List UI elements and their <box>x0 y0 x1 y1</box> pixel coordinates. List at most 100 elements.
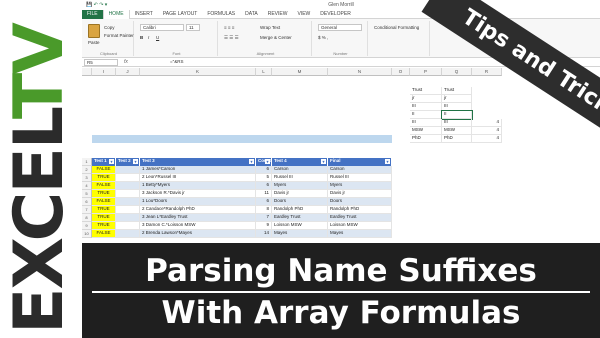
table-cell[interactable] <box>116 182 140 190</box>
paste-button[interactable]: Paste <box>88 40 100 45</box>
table-cell[interactable]: Randolph PhD <box>272 206 328 214</box>
table-cell[interactable] <box>116 206 140 214</box>
table-cell[interactable]: 11 <box>256 190 272 198</box>
currency-icon[interactable]: $ % , <box>318 35 328 40</box>
lookup-count-cell[interactable]: 4 <box>472 119 502 127</box>
table-cell[interactable]: 5 <box>256 174 272 182</box>
row-header[interactable]: 2 <box>82 166 92 174</box>
table-cell[interactable]: TRUE <box>92 222 116 230</box>
lookup-right-cell[interactable]: jr <box>442 95 472 103</box>
row-header[interactable]: 8 <box>82 214 92 222</box>
table-header-test3[interactable]: Test 3 ▾ <box>140 158 256 166</box>
worksheet-grid[interactable]: I J K L M N O P Q R Trust Trust jr jr II… <box>82 68 600 243</box>
table-cell[interactable]: 7 <box>256 214 272 222</box>
table-cell[interactable]: TRUE <box>92 190 116 198</box>
table-cell[interactable]: Carson <box>272 166 328 174</box>
table-cell[interactable] <box>116 198 140 206</box>
table-cell[interactable]: 3 Jackson R.*Davis jr <box>140 190 256 198</box>
align-horizontal-icon[interactable]: ☰ ☰ ☰ <box>224 35 239 41</box>
tab-page-layout[interactable]: PAGE LAYOUT <box>158 10 203 19</box>
table-cell[interactable]: 9 <box>256 222 272 230</box>
wrap-text-button[interactable]: Wrap Text <box>260 25 280 30</box>
table-header-test1[interactable]: Test 1 ▾ <box>92 158 116 166</box>
table-cell[interactable]: 2 Brenda Lawson*Mayes <box>140 230 256 238</box>
font-name-select[interactable]: Calibri <box>140 24 184 31</box>
lookup-right-cell-selected[interactable]: II <box>441 110 473 120</box>
lookup-right-cell[interactable]: PhD <box>442 135 472 143</box>
table-cell[interactable]: TRUE <box>92 206 116 214</box>
column-header[interactable]: J <box>116 68 140 76</box>
tab-home[interactable]: HOME <box>102 9 130 19</box>
lookup-left-cell[interactable]: III <box>410 119 442 127</box>
tab-review[interactable]: REVIEW <box>263 10 293 19</box>
lookup-right-cell[interactable]: III <box>442 119 472 127</box>
lookup-left-cell[interactable]: III <box>410 103 442 111</box>
table-cell[interactable] <box>116 230 140 238</box>
table-cell[interactable] <box>116 222 140 230</box>
column-header[interactable]: I <box>92 68 116 76</box>
filter-dropdown-icon[interactable]: ▾ <box>249 159 254 164</box>
table-cell[interactable]: 8 <box>256 206 272 214</box>
table-header-test2[interactable]: Test 2 ▾ <box>116 158 140 166</box>
lookup-right-cell[interactable]: Trust <box>442 87 472 95</box>
table-cell[interactable]: 3 Jean L*Eardley Trust <box>140 214 256 222</box>
lookup-left-cell[interactable]: PhD <box>410 135 442 143</box>
table-cell[interactable]: 1 Betty*Myers <box>140 182 256 190</box>
tab-formulas[interactable]: FORMULAS <box>202 10 240 19</box>
bold-button[interactable]: B <box>140 35 143 40</box>
table-cell[interactable]: 14 <box>256 230 272 238</box>
table-cell[interactable]: Mayes <box>328 230 392 238</box>
table-cell[interactable]: FALSE <box>92 166 116 174</box>
table-cell[interactable]: Russel III <box>328 174 392 182</box>
lookup-count-cell[interactable]: 4 <box>472 135 502 143</box>
column-header[interactable]: P <box>410 68 442 76</box>
table-cell[interactable]: Myers <box>328 182 392 190</box>
filter-dropdown-icon[interactable]: ▾ <box>321 159 326 164</box>
table-cell[interactable]: Randolph PhD <box>328 206 392 214</box>
table-cell[interactable]: 6 <box>256 166 272 174</box>
table-cell[interactable]: Davis jr <box>272 190 328 198</box>
table-cell[interactable] <box>116 190 140 198</box>
tab-developer[interactable]: DEVELOPER <box>315 10 356 19</box>
table-header-test4[interactable]: Test 4 ▾ <box>272 158 328 166</box>
table-cell[interactable] <box>116 166 140 174</box>
table-cell[interactable]: Eardley Trust <box>272 214 328 222</box>
row-header[interactable]: 9 <box>82 222 92 230</box>
fx-icon[interactable]: fx <box>124 59 128 65</box>
column-header[interactable]: O <box>392 68 410 76</box>
table-header-count[interactable]: Count▾ <box>256 158 272 166</box>
highlighted-row[interactable] <box>92 135 392 143</box>
table-cell[interactable] <box>116 214 140 222</box>
tab-file[interactable]: FILE <box>82 9 103 19</box>
font-size-select[interactable]: 11 <box>186 24 200 31</box>
table-cell[interactable]: 2 Leon*Russel III <box>140 174 256 182</box>
column-header[interactable]: Q <box>442 68 472 76</box>
table-cell[interactable]: Loisson MSW <box>328 222 392 230</box>
row-header[interactable]: 4 <box>82 182 92 190</box>
lookup-right-cell[interactable]: MSW <box>442 127 472 135</box>
row-header[interactable]: 3 <box>82 174 92 182</box>
row-header[interactable]: 5 <box>82 190 92 198</box>
table-cell[interactable]: 6 <box>256 182 272 190</box>
number-format-select[interactable]: General <box>318 24 362 31</box>
lookup-left-cell[interactable]: II <box>410 111 442 119</box>
filter-dropdown-icon[interactable]: ▾ <box>109 159 114 164</box>
lookup-count-cell[interactable]: 4 <box>472 127 502 135</box>
table-cell[interactable] <box>116 174 140 182</box>
row-header[interactable]: 10 <box>82 230 92 238</box>
table-cell[interactable]: FALSE <box>92 198 116 206</box>
table-cell[interactable]: FALSE <box>92 230 116 238</box>
align-icon[interactable]: ≡ ≡ ≡ <box>224 25 234 30</box>
table-cell[interactable]: Myers <box>272 182 328 190</box>
underline-button[interactable]: U <box>156 35 159 40</box>
table-cell[interactable]: Davis jr <box>328 190 392 198</box>
table-header-final[interactable]: Final ▾ <box>328 158 392 166</box>
table-cell[interactable]: 6 <box>256 198 272 206</box>
column-header[interactable]: M <box>272 68 328 76</box>
table-cell[interactable]: 2 Candace*Randolph PhD <box>140 206 256 214</box>
column-header[interactable]: R <box>472 68 502 76</box>
tab-view[interactable]: VIEW <box>292 10 315 19</box>
column-header[interactable]: L <box>256 68 272 76</box>
table-cell[interactable]: 1 James*Carson <box>140 166 256 174</box>
copy-button[interactable]: Copy <box>104 25 115 30</box>
